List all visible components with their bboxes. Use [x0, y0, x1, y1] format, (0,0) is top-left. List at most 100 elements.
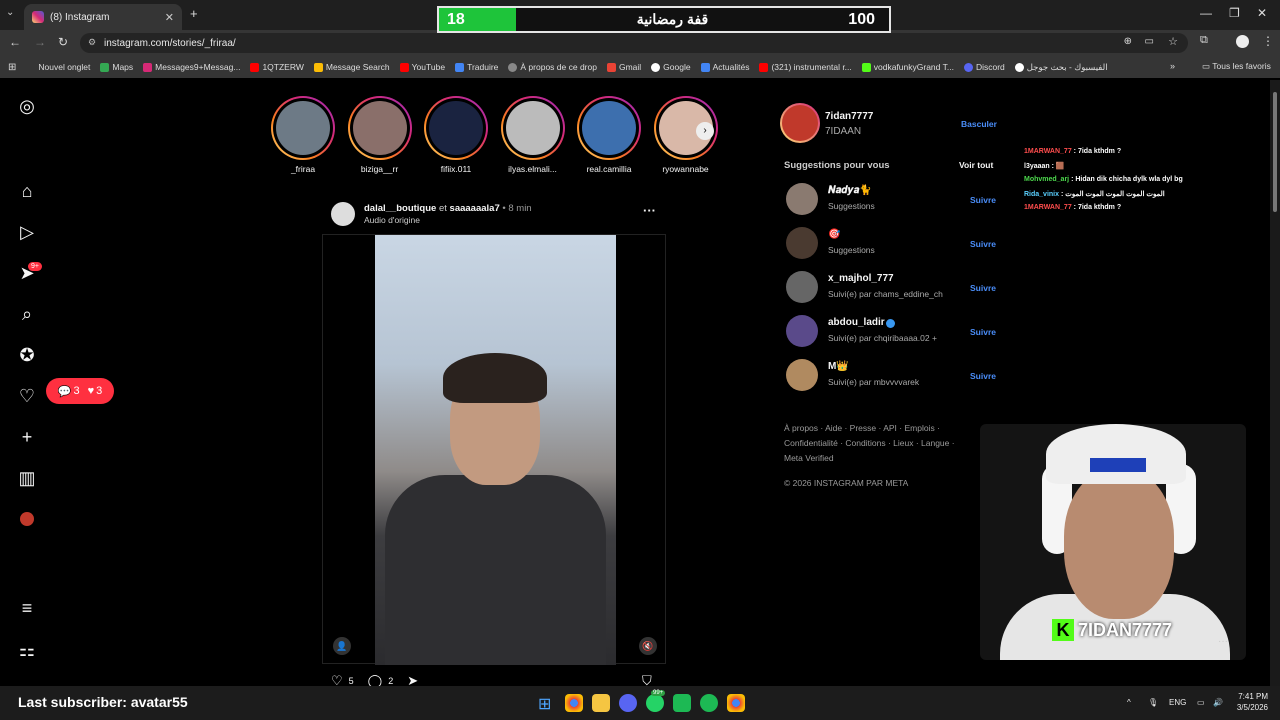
discord-taskbar-icon[interactable]	[619, 694, 637, 712]
chat-message: 1MARWAN_77 : 7ida kthdm ?	[1024, 204, 1122, 211]
own-username[interactable]: 7idan7777	[825, 111, 873, 122]
bookmark-item[interactable]: Gmail	[606, 62, 641, 72]
cast-icon[interactable]: ▭	[1145, 36, 1154, 47]
suggestion-username[interactable]: 𝑵𝒂𝒅𝒚𝒂🐈	[828, 185, 872, 196]
bookmark-item[interactable]: Google	[651, 62, 691, 72]
bookmark-item[interactable]: (321) instrumental r...	[759, 62, 852, 72]
suggestion-avatar[interactable]	[786, 227, 818, 259]
bookmark-item[interactable]: Nouvel onglet	[38, 62, 90, 72]
follow-button[interactable]: Suivre	[970, 283, 996, 293]
reels-icon[interactable]: ▷	[17, 222, 37, 242]
all-bookmarks-folder[interactable]: ▭ Tous les favoris	[1202, 61, 1271, 72]
bookmark-item[interactable]: Traduire	[455, 62, 498, 72]
spotify-icon[interactable]	[700, 694, 718, 712]
bookmarks-overflow-icon[interactable]: »	[1170, 61, 1175, 71]
bookmark-item[interactable]: Message Search	[313, 62, 390, 72]
suggestion-username[interactable]: abdou_ladir	[828, 317, 885, 328]
stories-next-button[interactable]: ›	[696, 122, 714, 140]
bookmark-item[interactable]: Maps	[100, 62, 133, 72]
story-item[interactable]: fifiix.011	[424, 96, 488, 174]
url-field[interactable]: ⚙ instagram.com/stories/_friraa/ ⊕ ▭ ☆	[80, 33, 1188, 53]
chat-username: Rida_vinix	[1024, 191, 1060, 198]
suggestion-avatar[interactable]	[786, 315, 818, 347]
mic-icon[interactable]: 🎙	[1148, 698, 1158, 707]
reload-icon[interactable]: ↻	[58, 35, 68, 49]
bookmark-item[interactable]: Discord	[963, 62, 1005, 72]
bookmark-item[interactable]: 1QTZERW	[250, 62, 304, 72]
dashboard-icon[interactable]: ▥	[17, 468, 37, 488]
switch-account-button[interactable]: Basculer	[961, 119, 997, 129]
bookmark-item[interactable]: À propos de ce drop	[508, 62, 597, 72]
suggestion-avatar[interactable]	[786, 271, 818, 303]
input-language[interactable]: ENG	[1169, 698, 1186, 707]
mute-icon[interactable]: 🔇	[639, 637, 657, 655]
explore-icon[interactable]: ✪	[17, 345, 37, 365]
post-video[interactable]: 👤 🔇	[322, 234, 666, 665]
new-tab-button[interactable]: +	[190, 6, 198, 21]
create-icon[interactable]: +	[17, 427, 37, 447]
profile-avatar[interactable]	[20, 512, 34, 526]
site-info-icon[interactable]: ⚙	[88, 37, 96, 48]
bookmark-item[interactable]: Messages9+Messag...	[143, 62, 240, 72]
heart-icon[interactable]: ♡	[17, 386, 37, 406]
maximize-icon[interactable]: ❐	[1229, 6, 1240, 20]
apps-grid-icon[interactable]: ⊞	[8, 62, 16, 73]
tab-search-icon[interactable]: ⌄	[6, 7, 14, 18]
kick-app-icon[interactable]	[673, 694, 691, 712]
follow-button[interactable]: Suivre	[970, 327, 996, 337]
bookmark-item[interactable]: الفيسبوك - بحث جوجل	[1014, 62, 1108, 73]
suggestion-username[interactable]: x_majhol_777	[828, 273, 894, 284]
bookmark-item[interactable]: YouTube	[399, 62, 445, 72]
page-scrollbar[interactable]	[1270, 80, 1280, 686]
activity-notification-pill[interactable]: 💬 3 ♥ 3	[46, 378, 114, 404]
story-item[interactable]: real.camillia	[577, 96, 641, 174]
chrome-taskbar-icon[interactable]	[727, 694, 745, 712]
story-item[interactable]: _friraa	[271, 96, 335, 174]
menu-dots-icon[interactable]: ⋮	[1262, 34, 1274, 48]
post-author-link[interactable]: dalal__boutique	[364, 203, 436, 214]
back-icon[interactable]: ←	[9, 35, 21, 49]
post-audio-link[interactable]: Audio d'origine	[364, 215, 420, 225]
story-item[interactable]: ilyas.elmali...	[500, 96, 565, 174]
extensions-icon[interactable]: ⧉	[1200, 34, 1208, 47]
suggestion-username[interactable]: 🎯	[828, 229, 840, 240]
bookmark-item[interactable]: vodkafunkyGrand T...	[861, 62, 954, 72]
tray-overflow-icon[interactable]: ^	[1127, 698, 1131, 707]
file-explorer-icon[interactable]	[592, 694, 610, 712]
minimize-icon[interactable]: —	[1200, 6, 1212, 20]
suggestion-avatar[interactable]	[786, 359, 818, 391]
profile-avatar-icon[interactable]	[1236, 35, 1249, 48]
follow-button[interactable]: Suivre	[970, 195, 996, 205]
own-profile-avatar[interactable]	[780, 103, 820, 143]
more-options-icon[interactable]: ···	[1218, 636, 1228, 647]
suggestion-username[interactable]: M👑	[828, 361, 849, 372]
story-item[interactable]: biziga__rr	[347, 96, 412, 174]
clock[interactable]: 7:41 PM 3/5/2026	[1230, 691, 1268, 713]
close-tab-icon[interactable]: ✕	[165, 11, 174, 24]
see-all-link[interactable]: Voir tout	[959, 160, 993, 170]
threads-apps-icon[interactable]: ⚏	[17, 640, 37, 660]
follow-button[interactable]: Suivre	[970, 371, 996, 381]
post-coauthor-link[interactable]: saaaaaala7	[450, 203, 500, 214]
whatsapp-icon[interactable]	[646, 694, 664, 712]
post-author-avatar[interactable]	[331, 202, 355, 226]
network-icon[interactable]: ▭	[1197, 698, 1205, 707]
bookmark-star-icon[interactable]: ☆	[1168, 35, 1178, 48]
suggestion-avatar[interactable]	[786, 183, 818, 215]
close-window-icon[interactable]: ✕	[1257, 6, 1267, 20]
forward-icon[interactable]: →	[34, 35, 46, 49]
zoom-icon[interactable]: ⊕	[1124, 36, 1132, 47]
tab-instagram[interactable]: (8) Instagram ✕	[24, 4, 182, 30]
chrome-taskbar-icon[interactable]	[565, 694, 583, 712]
home-icon[interactable]: ⌂	[17, 181, 37, 201]
footer-links[interactable]: À propos · Aide · Presse · API · Emplois…	[784, 421, 964, 466]
tagged-users-icon[interactable]: 👤	[333, 637, 351, 655]
bookmark-item[interactable]: Actualités	[700, 62, 749, 72]
search-icon[interactable]: ⌕	[17, 304, 37, 324]
follow-button[interactable]: Suivre	[970, 239, 996, 249]
start-icon[interactable]: ⊞	[538, 694, 551, 714]
instagram-logo-icon[interactable]: ◎	[17, 96, 37, 116]
more-menu-icon[interactable]: ≡	[17, 598, 37, 618]
volume-icon[interactable]: 🔊	[1213, 698, 1223, 707]
post-options-icon[interactable]: ···	[643, 203, 656, 218]
